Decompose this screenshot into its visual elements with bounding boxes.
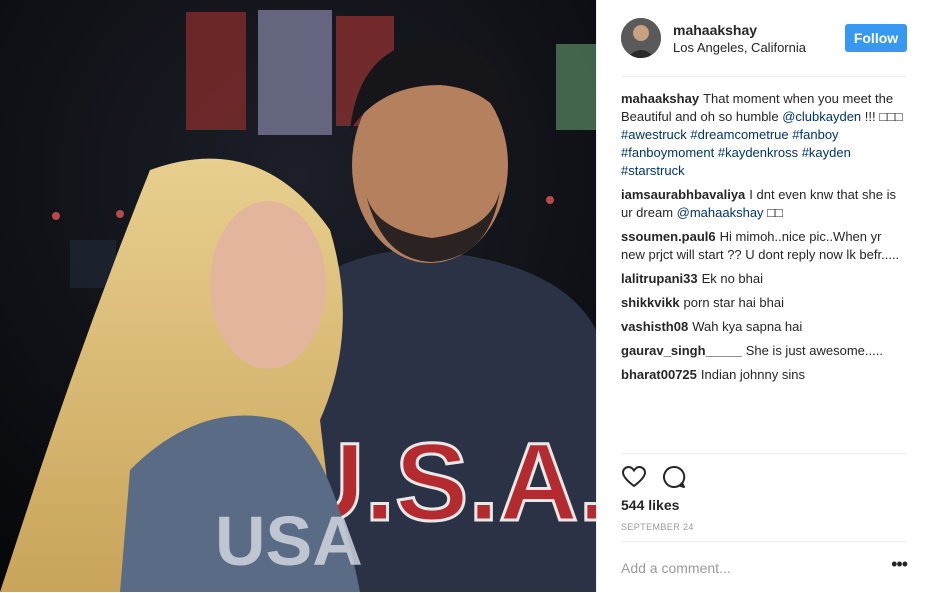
hashtag[interactable]: #fanboy <box>792 127 838 142</box>
post-location[interactable]: Los Angeles, California <box>673 40 806 55</box>
comment-username[interactable]: vashisth08 <box>621 319 688 334</box>
comment: bharat00725 Indian johnny sins <box>621 366 907 384</box>
caption-username[interactable]: mahaakshay <box>621 91 699 106</box>
shirt-text-2: USA <box>215 502 363 580</box>
comment: vashisth08 Wah kya sapna hai <box>621 318 907 336</box>
comment-username[interactable]: ssoumen.paul6 <box>621 229 716 244</box>
caption-mention[interactable]: @clubkayden <box>782 109 861 124</box>
comment-text: porn star hai bhai <box>683 295 784 310</box>
more-options-icon[interactable]: ••• <box>891 555 908 578</box>
comment-mention[interactable]: @mahaakshay <box>677 205 764 220</box>
comment-username[interactable]: bharat00725 <box>621 367 697 382</box>
comment-suffix: □□ <box>763 205 783 220</box>
hashtag[interactable]: #awestruck <box>621 127 687 142</box>
comment-text: She is just awesome..... <box>745 343 883 358</box>
comment-bubble-icon[interactable] <box>661 464 687 490</box>
comment: ssoumen.paul6 Hi mimoh..nice pic..When yr… <box>621 228 907 264</box>
comment-text: Ek no bhai <box>701 271 764 286</box>
add-comment-input[interactable] <box>621 556 881 580</box>
comments-list: mahaakshay That moment when you meet the … <box>621 90 907 390</box>
hashtag[interactable]: #kayden <box>802 145 851 160</box>
comment-text: Wah kya sapna hai <box>692 319 803 334</box>
avatar[interactable] <box>621 18 661 58</box>
caption-text-2: !!! □□□ <box>864 109 903 124</box>
comment-username[interactable]: lalitrupani33 <box>621 271 698 286</box>
comment-username[interactable]: shikkvikk <box>621 295 680 310</box>
action-bar <box>621 453 907 494</box>
follow-button[interactable]: Follow <box>845 24 907 52</box>
post-header: mahaakshay Los Angeles, California Follo… <box>621 16 907 77</box>
hashtag[interactable]: #kaydenkross <box>718 145 798 160</box>
comment: iamsaurabhbavaliya I dnt even knw that sh… <box>621 186 907 222</box>
comment: lalitrupani33 Ek no bhai <box>621 270 907 288</box>
heart-icon[interactable] <box>621 464 647 490</box>
post-date[interactable]: SEPTEMBER 24 <box>621 522 694 532</box>
likes-count[interactable]: 544 likes <box>621 497 679 513</box>
post-username[interactable]: mahaakshay <box>673 22 757 38</box>
comment-username[interactable]: iamsaurabhbavaliya <box>621 187 745 202</box>
post-photo[interactable]: U.S.A. USA <box>0 0 596 592</box>
hashtag[interactable]: #starstruck <box>621 163 685 178</box>
comment: shikkvikk porn star hai bhai <box>621 294 907 312</box>
hashtag[interactable]: #fanboymoment <box>621 145 714 160</box>
add-comment-row: ••• <box>621 541 908 593</box>
hashtag[interactable]: #dreamcometrue <box>690 127 788 142</box>
comment: gaurav_singh_____ She is just awesome....… <box>621 342 907 360</box>
comment-text: Indian johnny sins <box>700 367 805 382</box>
caption: mahaakshay That moment when you meet the … <box>621 90 907 180</box>
post-details-panel: mahaakshay Los Angeles, California Follo… <box>596 0 925 592</box>
post-image: U.S.A. USA <box>0 0 596 592</box>
comment-username[interactable]: gaurav_singh_____ <box>621 343 742 358</box>
